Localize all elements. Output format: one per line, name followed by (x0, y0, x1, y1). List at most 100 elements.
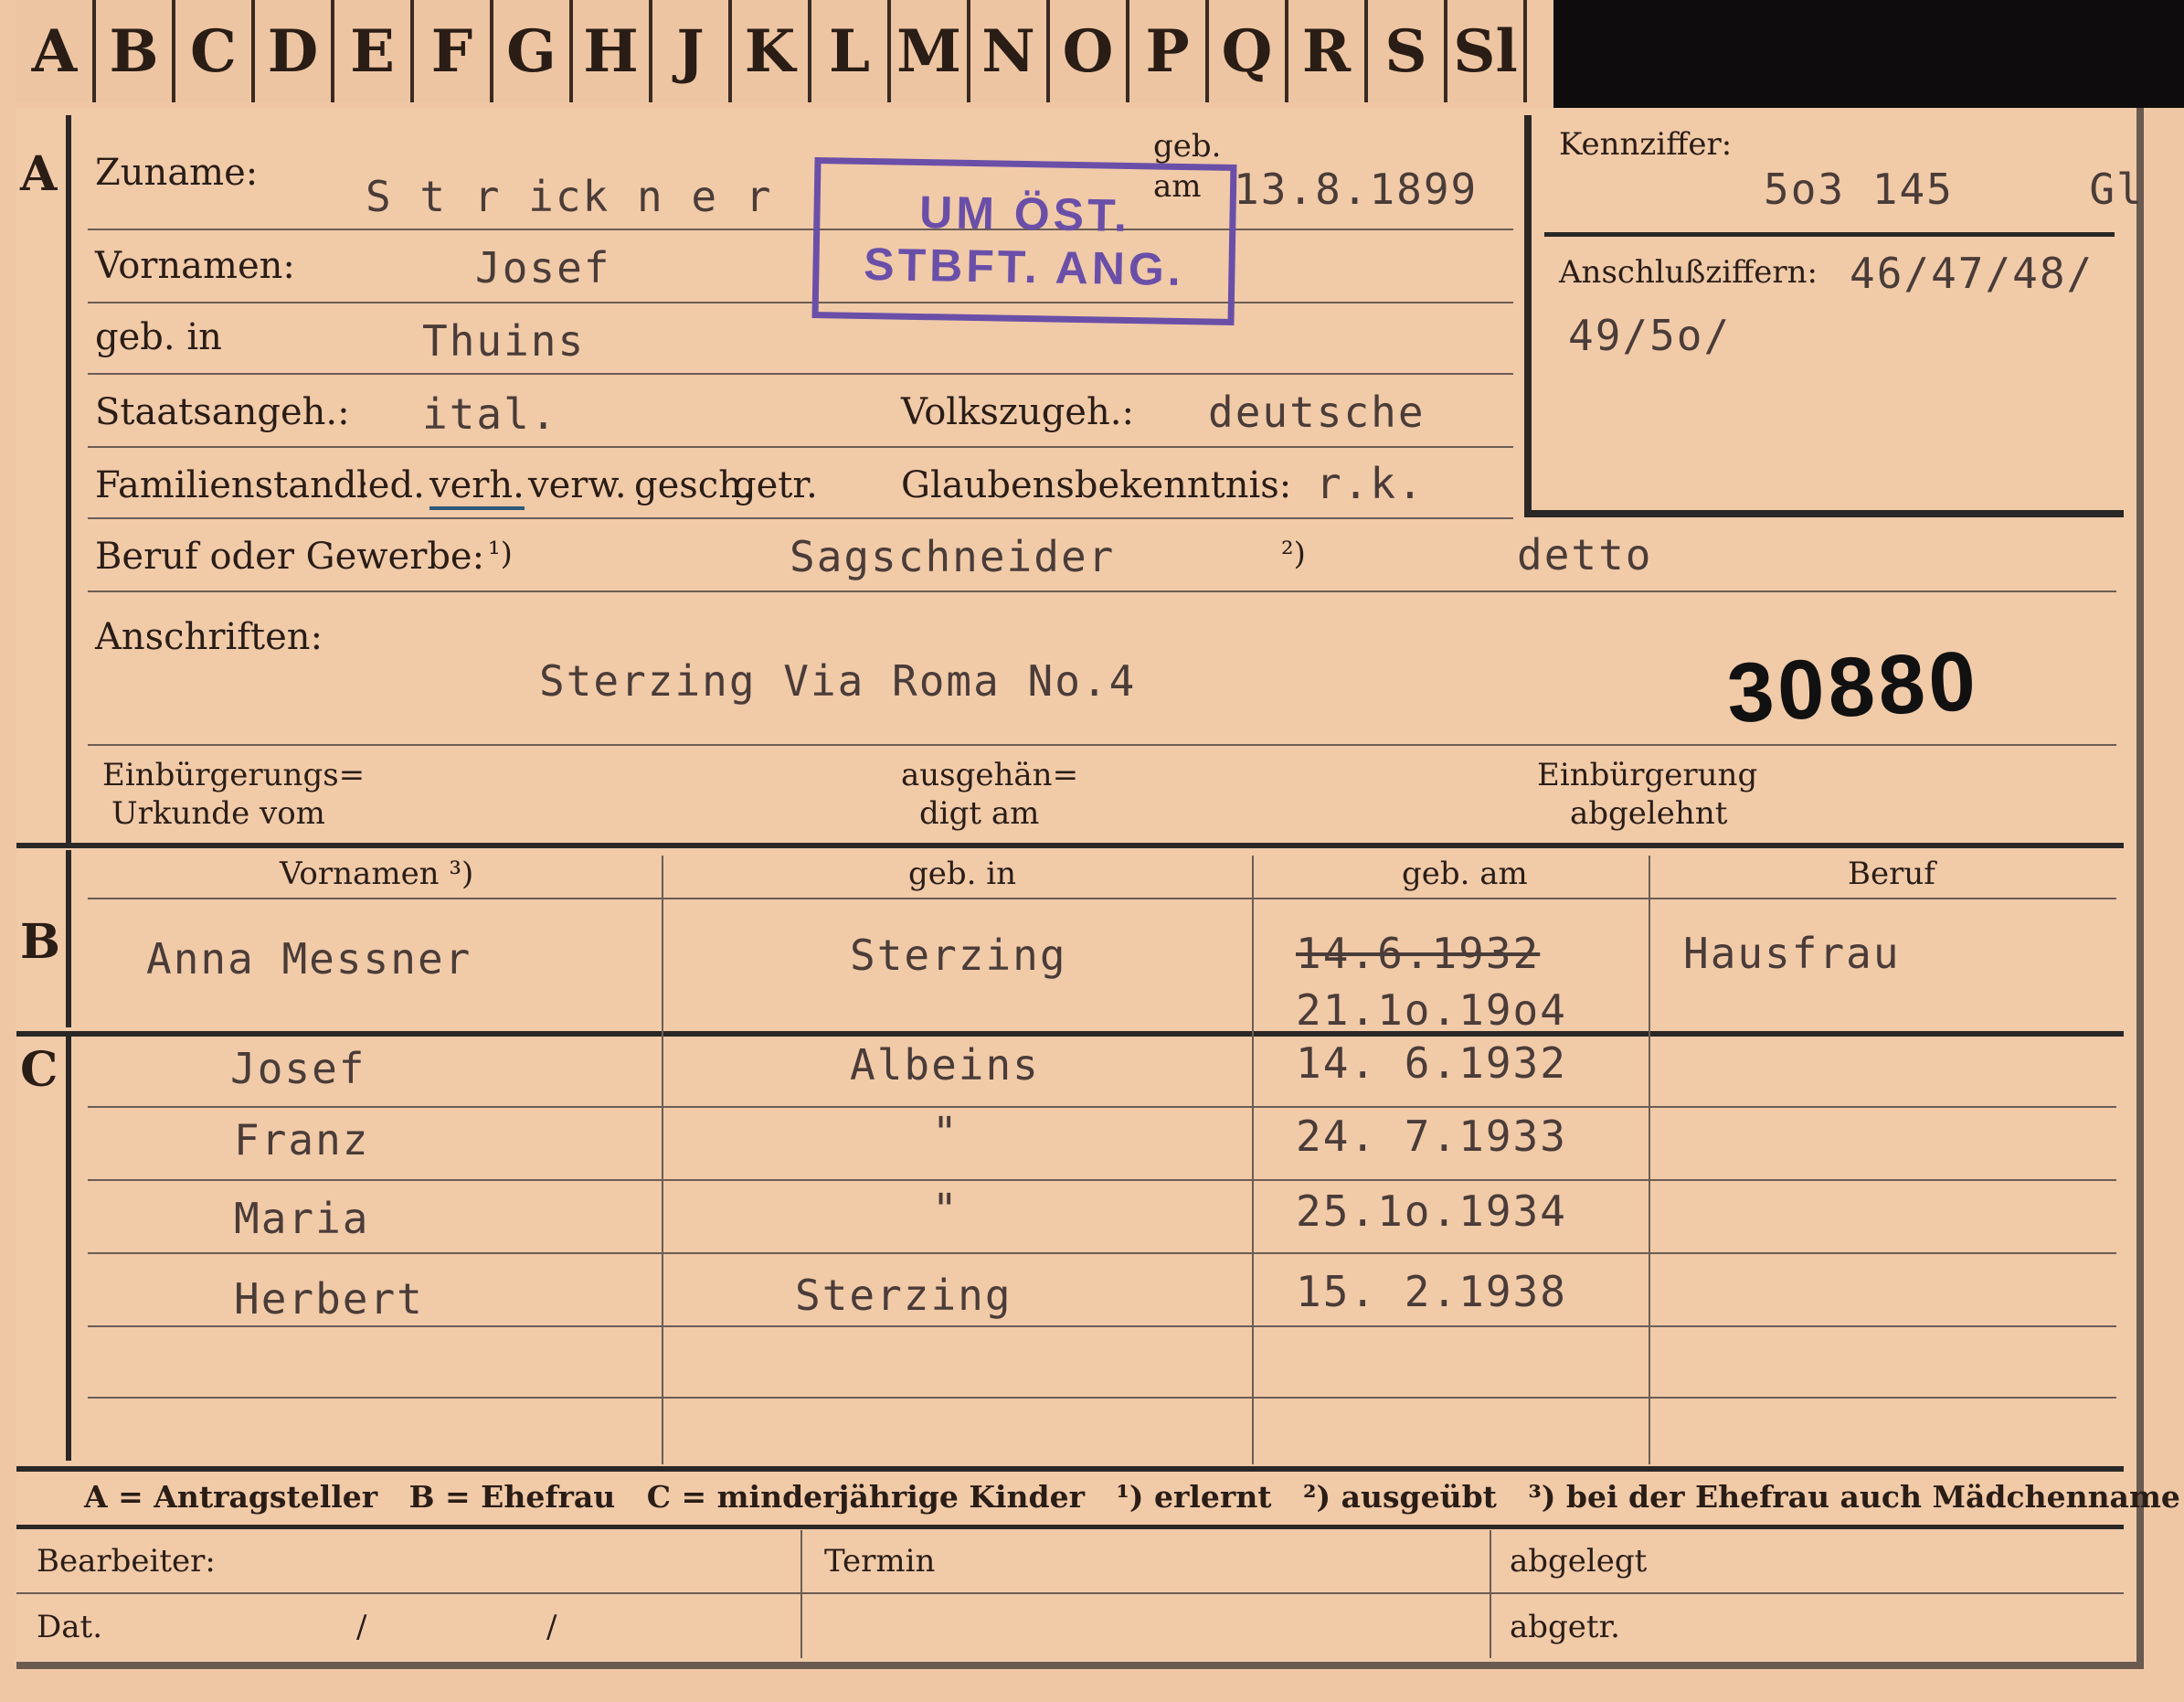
section-a-letter: A (20, 146, 58, 202)
index-tab: L (811, 0, 891, 102)
kind-1-geb-am: 14. 6.1932 (1296, 1038, 1567, 1088)
index-tab: K (732, 0, 811, 102)
label-ausgehaend-2: digt am (919, 795, 1040, 832)
label-einb-urkunde-2: Urkunde vom (111, 795, 325, 832)
stamp-line-2: STBFT. ANG. (863, 238, 1185, 296)
index-tab: S (1368, 0, 1447, 102)
col-rule (662, 856, 663, 1464)
rule (88, 1252, 2116, 1254)
ehefrau-geb-am: 21.1o.19o4 (1296, 985, 1567, 1035)
left-border-c (66, 1037, 71, 1461)
col-header-geb-in: geb. in (908, 856, 1017, 892)
label-anschriften: Anschriften: (95, 616, 323, 658)
index-tab: A (16, 0, 96, 102)
label-dat: Dat. (37, 1609, 103, 1645)
index-tab: G (493, 0, 573, 102)
left-border-a (66, 115, 71, 846)
label-abgelegt: abgelegt (1510, 1543, 1648, 1580)
kind-2-name: Franz (234, 1115, 370, 1165)
value-staatsangeh: ital. (422, 389, 558, 439)
index-tab: C (175, 0, 255, 102)
rule (88, 898, 2116, 899)
label-kennziffer: Kennziffer: (1559, 126, 1733, 163)
rule (88, 1325, 2116, 1327)
big-number-stamp: 30880 (1724, 633, 1982, 741)
section-divider-footer (16, 1525, 2124, 1529)
legend: A = Antragsteller B = Ehefrau C = minder… (84, 1479, 2180, 1515)
kind-1-name: Josef (230, 1044, 366, 1093)
index-tab: R (1288, 0, 1368, 102)
section-b-letter: B (20, 914, 60, 970)
label-vornamen: Vornamen: (95, 245, 295, 287)
rule (88, 744, 2116, 746)
kennziffer-divider (1544, 232, 2115, 237)
index-tabs: A B C D E F G H J K L M N O P Q R S Sl (16, 0, 1527, 108)
footnote-1: ¹) (488, 536, 513, 572)
index-tab: P (1129, 0, 1209, 102)
kind-4-name: Herbert (234, 1274, 424, 1324)
index-tab: H (573, 0, 652, 102)
value-beruf-erlernt: Sagschneider (790, 532, 1116, 581)
fam-option-verw: verw. (528, 464, 627, 506)
dark-background (1553, 0, 2184, 108)
index-tab: E (334, 0, 414, 102)
rule (88, 517, 1513, 519)
rule (88, 1106, 2116, 1108)
fam-option-getr: getr. (733, 464, 818, 506)
fam-option-led: led. (356, 464, 425, 506)
value-geb-am: 13.8.1899 (1234, 165, 1479, 214)
rule (88, 373, 1513, 375)
rule (88, 590, 2116, 592)
index-tab: B (96, 0, 175, 102)
rule (88, 1397, 2116, 1399)
value-vornamen: Josef (475, 243, 611, 293)
index-tab: Sl (1447, 0, 1527, 102)
kind-3-geb-am: 25.1o.1934 (1296, 1186, 1567, 1236)
kind-4-geb-am: 15. 2.1938 (1296, 1267, 1567, 1316)
label-einb-urkunde-1: Einbürgerungs= (102, 757, 366, 793)
label-beruf: Beruf oder Gewerbe: (95, 536, 485, 578)
date-slash-1: / (356, 1609, 367, 1645)
kennziffer-box-left (1524, 115, 1532, 517)
value-anschlussziffern-1: 46/47/48/ (1850, 249, 2094, 298)
col-rule (1252, 856, 1254, 1464)
ehefrau-geb-am-struck: 14.6.1932 (1296, 929, 1541, 978)
col-rule (1490, 1530, 1491, 1658)
date-slash-2: / (546, 1609, 557, 1645)
rule (16, 1592, 2124, 1594)
label-geb-am-top: geb. (1153, 128, 1222, 165)
kind-2-geb-in: " (932, 1108, 959, 1157)
value-kennziffer: 5o3 145 Gl (1764, 165, 2144, 214)
label-anschlussziffern: Anschlußziffern: (1559, 254, 1818, 291)
footnote-2: ²) (1281, 536, 1306, 572)
index-tab: F (414, 0, 493, 102)
label-geb-in: geb. in (95, 316, 222, 358)
ehefrau-vornamen: Anna Messner (146, 934, 472, 984)
kind-4-geb-in: Sterzing (795, 1271, 1012, 1320)
index-tab: N (970, 0, 1050, 102)
index-tab: Q (1209, 0, 1288, 102)
label-ausgehaend-1: ausgehän= (901, 757, 1079, 793)
label-abgetr: abgetr. (1510, 1609, 1620, 1645)
ehefrau-beruf: Hausfrau (1683, 929, 1901, 978)
kind-1-geb-in: Albeins (850, 1040, 1040, 1090)
rule (88, 229, 1513, 230)
col-header-vornamen: Vornamen ³) (280, 856, 474, 892)
value-volkszugeh: deutsche (1208, 388, 1426, 437)
rule (88, 302, 1513, 303)
kind-3-name: Maria (234, 1194, 370, 1243)
col-header-beruf: Beruf (1848, 856, 1935, 892)
stamp-line-1: UM ÖST. (918, 186, 1131, 242)
index-tab: J (652, 0, 732, 102)
label-einb-abgelehnt-1: Einbürgerung (1537, 757, 1758, 793)
value-anschlussziffern-2: 49/5o/ (1568, 311, 1732, 360)
col-rule (1649, 856, 1650, 1464)
label-staatsangeh: Staatsangeh.: (95, 391, 350, 433)
purple-stamp: UM ÖST. STBFT. ANG. (811, 156, 1237, 326)
label-glaubensbekenntnis: Glaubensbekenntnis: (901, 464, 1292, 506)
kind-3-geb-in: " (932, 1185, 959, 1234)
label-bearbeiter: Bearbeiter: (37, 1543, 216, 1580)
value-beruf-ausgeuebt: detto (1517, 530, 1653, 580)
label-familienstand: Familienstand: (95, 464, 369, 506)
col-header-geb-am: geb. am (1402, 856, 1528, 892)
